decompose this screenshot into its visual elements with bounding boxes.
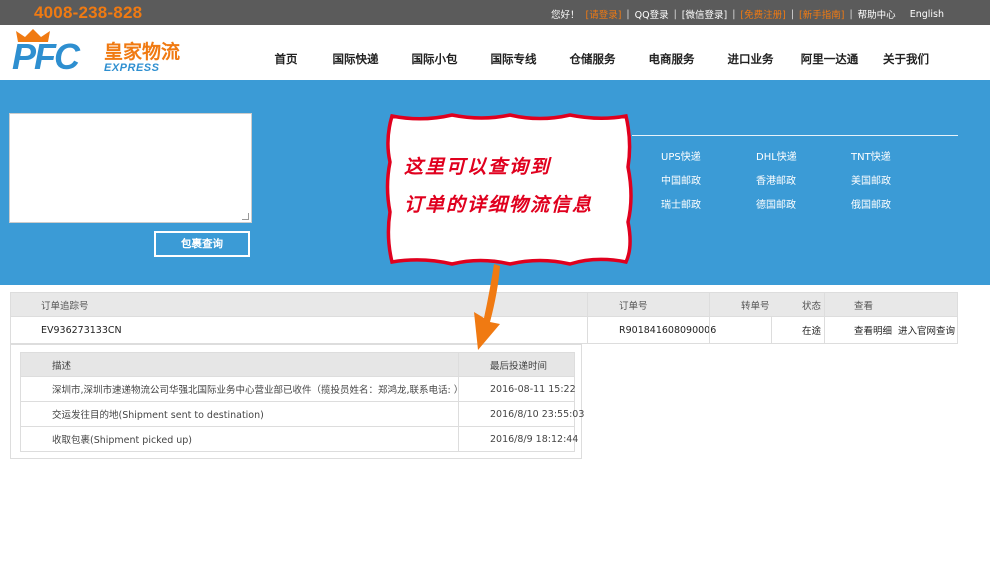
callout-line-1: 这里可以查询到 [404, 156, 552, 178]
divider [458, 377, 459, 401]
top-bar: 4008-238-828 您好！ [请登录] | QQ登录 | [微信登录] |… [0, 0, 990, 25]
nav-item-ecommerce[interactable]: 电商服务 [632, 51, 711, 67]
status-value: 在途 [802, 326, 822, 337]
carrier-link[interactable]: 香港邮政 [756, 172, 851, 187]
track-parcel-button[interactable]: 包裹查询 [154, 231, 250, 257]
carrier-link[interactable]: TNT快递 [851, 148, 946, 163]
site-header: PFC 皇家物流 EXPRESS 首页 国际快递 国际小包 国际专线 仓储服务 … [0, 25, 990, 80]
col-view: 查看 [854, 300, 874, 312]
divider [824, 317, 825, 343]
event-time: 2016/8/9 18:12:44 [490, 433, 579, 445]
divider [587, 317, 588, 343]
logo-mark: PFC [12, 36, 80, 77]
order-number: R901841608090006 [619, 324, 717, 336]
english-link[interactable]: English [910, 9, 944, 20]
col-description: 描述 [52, 360, 72, 372]
help-center-link[interactable]: 帮助中心 [858, 7, 896, 21]
tracking-number: EV936273133CN [41, 324, 122, 336]
table-row: 交运发往目的地(Shipment sent to destination) 20… [20, 402, 584, 427]
logo-name-cn: 皇家物流 [104, 41, 181, 63]
carrier-link[interactable]: 俄国邮政 [851, 196, 946, 211]
divider: | [849, 8, 853, 20]
annotation-callout: 这里可以查询到 订单的详细物流信息 [382, 112, 636, 268]
divider [458, 402, 459, 426]
main-nav: 首页 国际快递 国际小包 国际专线 仓储服务 电商服务 进口业务 阿里一达通 关… [256, 51, 943, 67]
event-time: 2016/8/10 23:55:03 [490, 408, 585, 420]
login-link[interactable]: [请登录] [586, 7, 622, 21]
carrier-link[interactable]: UPS快递 [661, 148, 756, 163]
divider [771, 317, 772, 343]
nav-item-intl-parcel[interactable]: 国际小包 [395, 51, 474, 67]
nav-item-intl-express[interactable]: 国际快递 [316, 51, 395, 67]
official-site-link[interactable]: 进入官网查询 [898, 323, 955, 337]
carrier-link[interactable]: DHL快递 [756, 148, 851, 163]
carrier-link[interactable]: 瑞士邮政 [661, 196, 756, 211]
register-link[interactable]: [免费注册] [740, 7, 785, 21]
event-description: 交运发往目的地(Shipment sent to destination) [52, 410, 264, 421]
brand-logo[interactable]: PFC 皇家物流 EXPRESS [12, 29, 192, 77]
callout-line-2: 订单的详细物流信息 [404, 194, 594, 216]
resize-grip-icon[interactable] [242, 213, 249, 220]
carrier-link[interactable]: 中国邮政 [661, 172, 756, 187]
divider: | [673, 8, 677, 20]
nav-item-import[interactable]: 进口业务 [711, 51, 790, 67]
nav-item-warehouse[interactable]: 仓储服务 [553, 51, 632, 67]
hotline-phone: 4008-238-828 [34, 3, 143, 22]
divider [458, 427, 459, 451]
logo-name-en: EXPRESS [104, 62, 160, 74]
col-tracking-no: 订单追踪号 [41, 300, 89, 312]
newbie-guide-link[interactable]: [新手指南] [799, 7, 844, 21]
carrier-link[interactable]: 美国邮政 [851, 172, 946, 187]
nav-item-home[interactable]: 首页 [256, 51, 316, 67]
greeting-text: 您好！ [550, 10, 580, 21]
divider: | [732, 8, 736, 20]
qq-login-link[interactable]: QQ登录 [635, 7, 669, 21]
event-description: 深圳市,深圳市速递物流公司华强北国际业务中心营业部已收件（揽投员姓名：郑鸿龙,联… [52, 385, 464, 396]
event-time: 2016-08-11 15:22 [490, 383, 576, 395]
divider [709, 317, 710, 343]
event-description: 收取包裹(Shipment picked up) [52, 435, 192, 446]
nav-item-intl-line[interactable]: 国际专线 [474, 51, 553, 67]
carrier-link[interactable]: 德国邮政 [756, 196, 851, 211]
divider [824, 293, 825, 316]
divider [709, 293, 710, 316]
carrier-links: UPS快递 DHL快递 TNT快递 中国邮政 香港邮政 美国邮政 瑞士邮政 德国… [661, 148, 946, 211]
view-detail-link[interactable]: 查看明细 [854, 323, 892, 337]
table-row: 深圳市,深圳市速递物流公司华强北国际业务中心营业部已收件（揽投员姓名：郑鸿龙,联… [20, 377, 576, 402]
tracking-number-textarea[interactable] [9, 113, 252, 223]
divider [458, 353, 459, 376]
wechat-login-link[interactable]: [微信登录] [682, 7, 727, 21]
col-status: 状态 [802, 300, 822, 312]
tracking-detail-table: 描述 最后投递时间 深圳市,深圳市速递物流公司华强北国际业务中心营业部已收件（揽… [20, 352, 584, 452]
nav-item-about[interactable]: 关于我们 [869, 51, 943, 67]
divider: | [626, 8, 630, 20]
col-order-no: 订单号 [619, 300, 648, 312]
divider: | [790, 8, 795, 20]
top-links: 您好！ [请登录] | QQ登录 | [微信登录] | [免费注册] | [新手… [550, 7, 944, 22]
annotation-arrow-icon [474, 264, 500, 350]
tracking-detail-panel: 描述 最后投递时间 深圳市,深圳市速递物流公司华强北国际业务中心营业部已收件（揽… [10, 344, 584, 459]
table-row: 收取包裹(Shipment picked up) 2016/8/9 18:12:… [20, 427, 579, 452]
col-transfer-no: 转单号 [741, 300, 770, 312]
divider [587, 293, 588, 316]
nav-item-ali-yidatong[interactable]: 阿里一达通 [790, 51, 869, 67]
divider [632, 135, 958, 136]
